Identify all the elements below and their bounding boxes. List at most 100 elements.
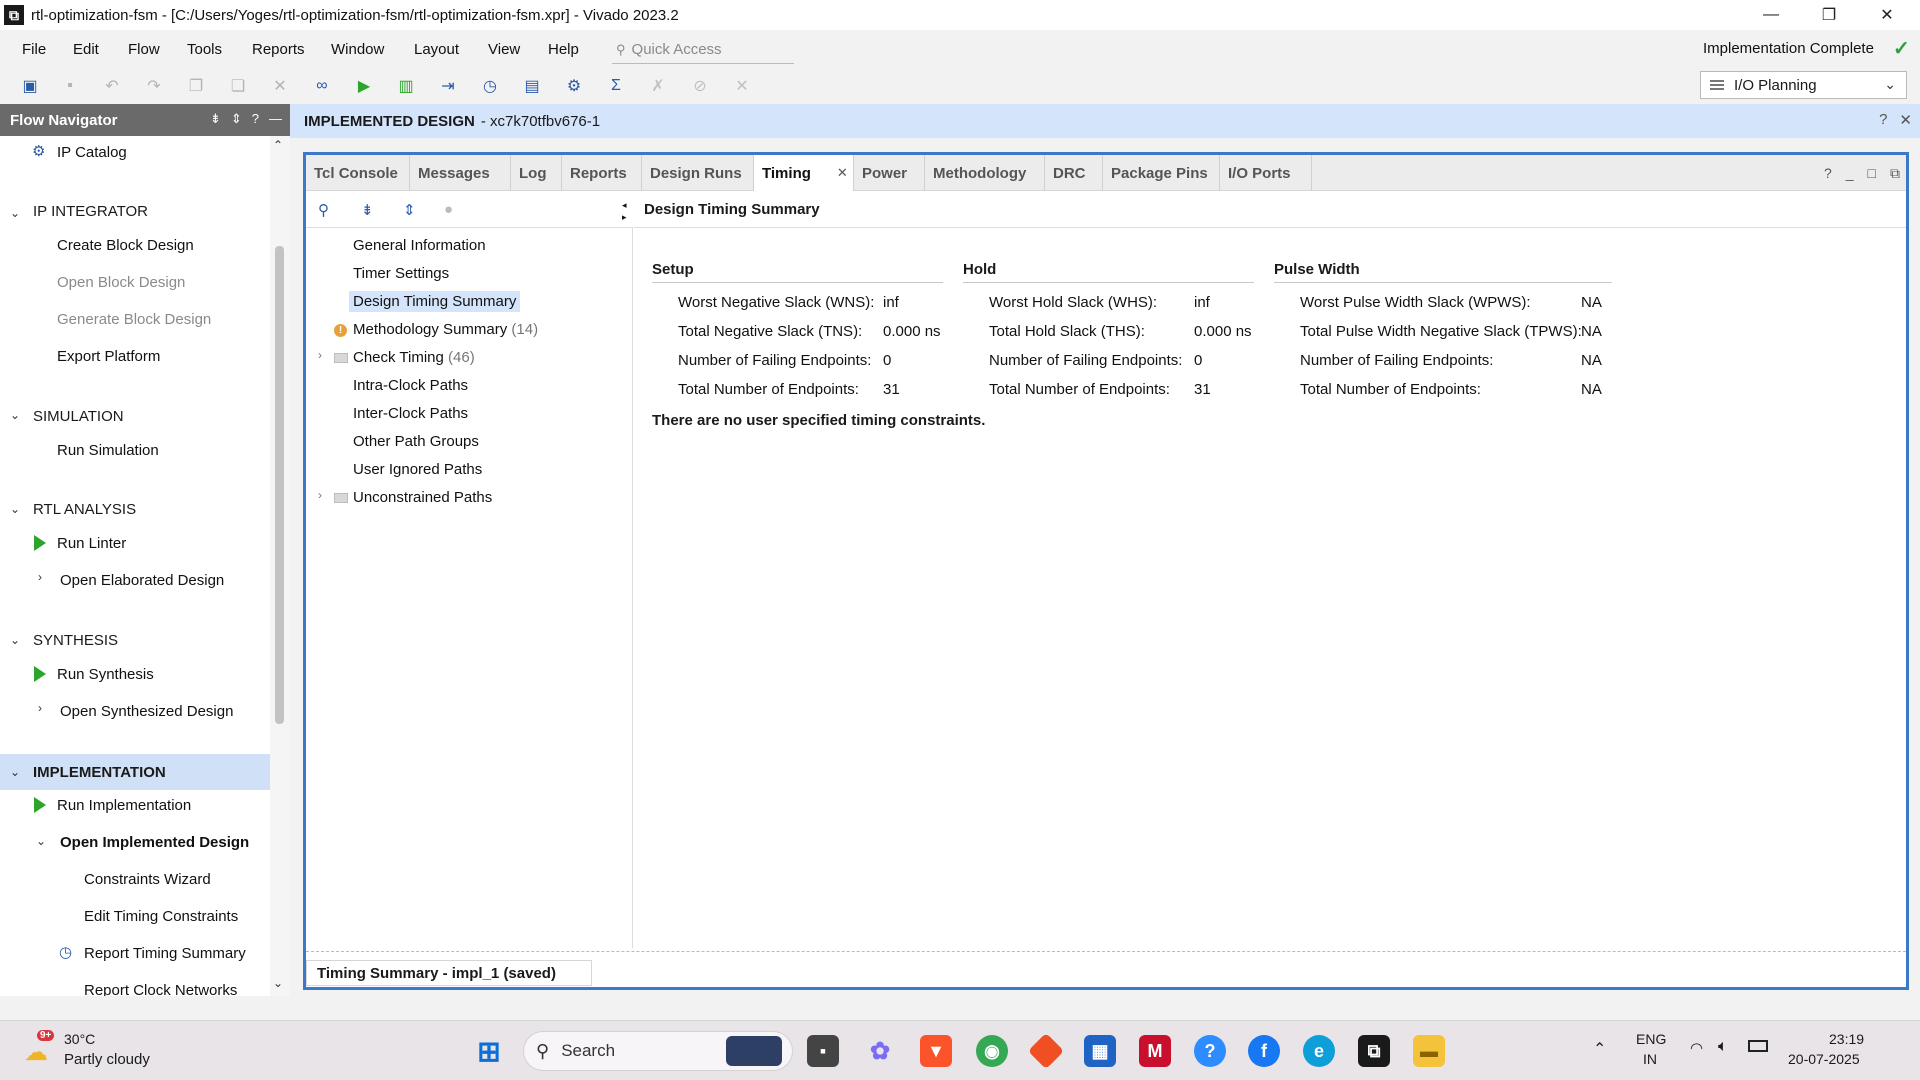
nav-run-synthesis[interactable]: Run Synthesis [57, 666, 154, 683]
chevron-down-icon[interactable]: ⌄ [10, 206, 20, 220]
collapse-all-icon[interactable]: ⇟ [361, 201, 374, 219]
nav-export-platform[interactable]: Export Platform [57, 348, 160, 365]
binoculars-icon[interactable]: ∞ [310, 74, 334, 98]
clock-date[interactable]: 20-07-2025 [1788, 1051, 1860, 1067]
float-icon[interactable]: ⧉ [1890, 165, 1900, 182]
chevron-up-icon[interactable]: ⌃ [1593, 1039, 1606, 1059]
debug-icon[interactable]: ✗ [646, 74, 670, 98]
help-icon[interactable]: ? [1879, 111, 1887, 129]
tab-log[interactable]: Log [511, 155, 562, 191]
nav-section-synthesis[interactable]: SYNTHESIS [33, 632, 118, 649]
tree-other-path-groups[interactable]: Other Path Groups [353, 433, 479, 450]
tree-check-timing[interactable]: Check Timing (46) [353, 349, 475, 366]
minimize-panel-icon[interactable]: — [269, 111, 282, 127]
maximize-icon[interactable]: □ [1868, 165, 1876, 182]
cancel-run-icon[interactable]: ✕ [730, 74, 754, 98]
battery-icon[interactable] [1748, 1040, 1768, 1052]
timer-icon[interactable]: ◷ [478, 74, 502, 98]
tab-messages[interactable]: Messages [410, 155, 511, 191]
chrome-icon[interactable]: ◉ [976, 1035, 1008, 1067]
copilot-icon[interactable]: ✿ [864, 1035, 896, 1067]
step-icon[interactable]: ⇥ [436, 74, 460, 98]
run-icon[interactable]: ▶ [352, 74, 376, 98]
collapse-all-icon[interactable]: ⇟ [210, 111, 221, 127]
nav-run-simulation[interactable]: Run Simulation [57, 442, 159, 459]
tab-timing[interactable]: Timing ✕ [754, 155, 854, 191]
save-icon[interactable]: ▪ [58, 74, 82, 98]
probe-icon[interactable]: ⊘ [688, 74, 712, 98]
layout-select[interactable]: I/O Planning ⌄ [1700, 71, 1907, 99]
tab-tcl-console[interactable]: Tcl Console [306, 155, 410, 191]
nav-create-block-design[interactable]: Create Block Design [57, 237, 194, 254]
tree-design-timing-summary[interactable]: Design Timing Summary [349, 291, 521, 312]
nav-open-implemented-design[interactable]: Open Implemented Design [60, 834, 249, 851]
nav-run-implementation[interactable]: Run Implementation [57, 797, 191, 814]
clock-time[interactable]: 23:19 [1829, 1031, 1864, 1047]
scroll-up-icon[interactable]: ⌃ [273, 138, 283, 152]
generate-bitstream-icon[interactable]: ▥ [394, 74, 418, 98]
quick-access-search[interactable]: ⚲ Quick Access [612, 36, 794, 64]
maximize-button[interactable]: ❐ [1800, 0, 1858, 30]
tree-timer-settings[interactable]: Timer Settings [353, 265, 449, 282]
windows-start-icon[interactable]: ⊞ [473, 1035, 505, 1067]
scrollbar-thumb[interactable] [275, 246, 284, 724]
chevron-down-icon[interactable]: ⌄ [10, 408, 20, 422]
close-icon[interactable]: ✕ [1899, 111, 1912, 129]
nav-edit-timing-constraints[interactable]: Edit Timing Constraints [84, 908, 238, 925]
nav-run-linter[interactable]: Run Linter [57, 535, 126, 552]
tips-icon[interactable]: ? [1194, 1035, 1226, 1067]
tab-drc[interactable]: DRC [1045, 155, 1103, 191]
help-icon[interactable]: ? [1824, 165, 1832, 182]
mcafee-icon[interactable]: M [1139, 1035, 1171, 1067]
menu-file[interactable]: File [22, 41, 46, 58]
tree-unconstrained-paths[interactable]: Unconstrained Paths [353, 489, 492, 506]
menu-help[interactable]: Help [548, 41, 579, 58]
wifi-icon[interactable]: ◠ [1690, 1039, 1703, 1057]
minimize-icon[interactable]: _ [1846, 165, 1854, 182]
edge-icon[interactable]: e [1303, 1035, 1335, 1067]
splitter-arrows-icon[interactable]: ◂ ▸ [622, 199, 627, 223]
region-indicator[interactable]: IN [1643, 1051, 1657, 1067]
minimize-button[interactable]: — [1742, 0, 1800, 30]
tab-reports[interactable]: Reports [562, 155, 642, 191]
nav-constraints-wizard[interactable]: Constraints Wizard [84, 871, 211, 888]
search-icon[interactable]: ⚲ [318, 201, 329, 219]
scroll-down-icon[interactable]: ⌄ [273, 976, 283, 990]
volume-icon[interactable]: 🔈︎ [1718, 1038, 1728, 1056]
chevron-right-icon[interactable]: › [38, 701, 42, 715]
delete-icon[interactable]: ✕ [268, 74, 292, 98]
git-icon[interactable] [1027, 1032, 1065, 1070]
menu-flow[interactable]: Flow [128, 41, 160, 58]
close-tab-icon[interactable]: ✕ [837, 165, 848, 181]
brave-browser-icon[interactable]: ▼ [920, 1035, 952, 1067]
undo-icon[interactable]: ↶ [100, 74, 124, 98]
microsoft-store-icon[interactable]: ▦ [1084, 1035, 1116, 1067]
task-view-icon[interactable]: ▪ [807, 1035, 839, 1067]
nav-section-implementation[interactable]: IMPLEMENTATION [33, 764, 166, 781]
tree-general-information[interactable]: General Information [353, 237, 486, 254]
paste-icon[interactable]: ❏ [226, 74, 250, 98]
expand-all-icon[interactable]: ⇕ [231, 111, 242, 127]
nav-report-clock-networks[interactable]: Report Clock Networks [84, 982, 237, 996]
tree-inter-clock-paths[interactable]: Inter-Clock Paths [353, 405, 468, 422]
menu-reports[interactable]: Reports [252, 41, 305, 58]
chevron-right-icon[interactable]: › [38, 570, 42, 584]
tree-user-ignored-paths[interactable]: User Ignored Paths [353, 461, 482, 478]
chevron-down-icon[interactable]: ⌄ [36, 834, 46, 848]
gear-icon[interactable]: ⚙ [562, 74, 586, 98]
chevron-down-icon[interactable]: ⌄ [10, 502, 20, 516]
nav-generate-block-design[interactable]: Generate Block Design [57, 311, 211, 328]
tree-intra-clock-paths[interactable]: Intra-Clock Paths [353, 377, 468, 394]
tab-methodology[interactable]: Methodology [925, 155, 1045, 191]
file-explorer-icon[interactable]: ▬ [1413, 1035, 1445, 1067]
redo-icon[interactable]: ↷ [142, 74, 166, 98]
nav-open-synthesized-design[interactable]: Open Synthesized Design [60, 703, 233, 720]
language-indicator[interactable]: ENG [1636, 1031, 1666, 1047]
tab-package-pins[interactable]: Package Pins [1103, 155, 1220, 191]
chevron-down-icon[interactable]: ⌄ [10, 765, 20, 779]
report-icon[interactable]: ▤ [520, 74, 544, 98]
tab-power[interactable]: Power [854, 155, 925, 191]
chevron-right-icon[interactable]: › [318, 348, 322, 362]
tab-io-ports[interactable]: I/O Ports [1220, 155, 1312, 191]
tab-design-runs[interactable]: Design Runs [642, 155, 754, 191]
